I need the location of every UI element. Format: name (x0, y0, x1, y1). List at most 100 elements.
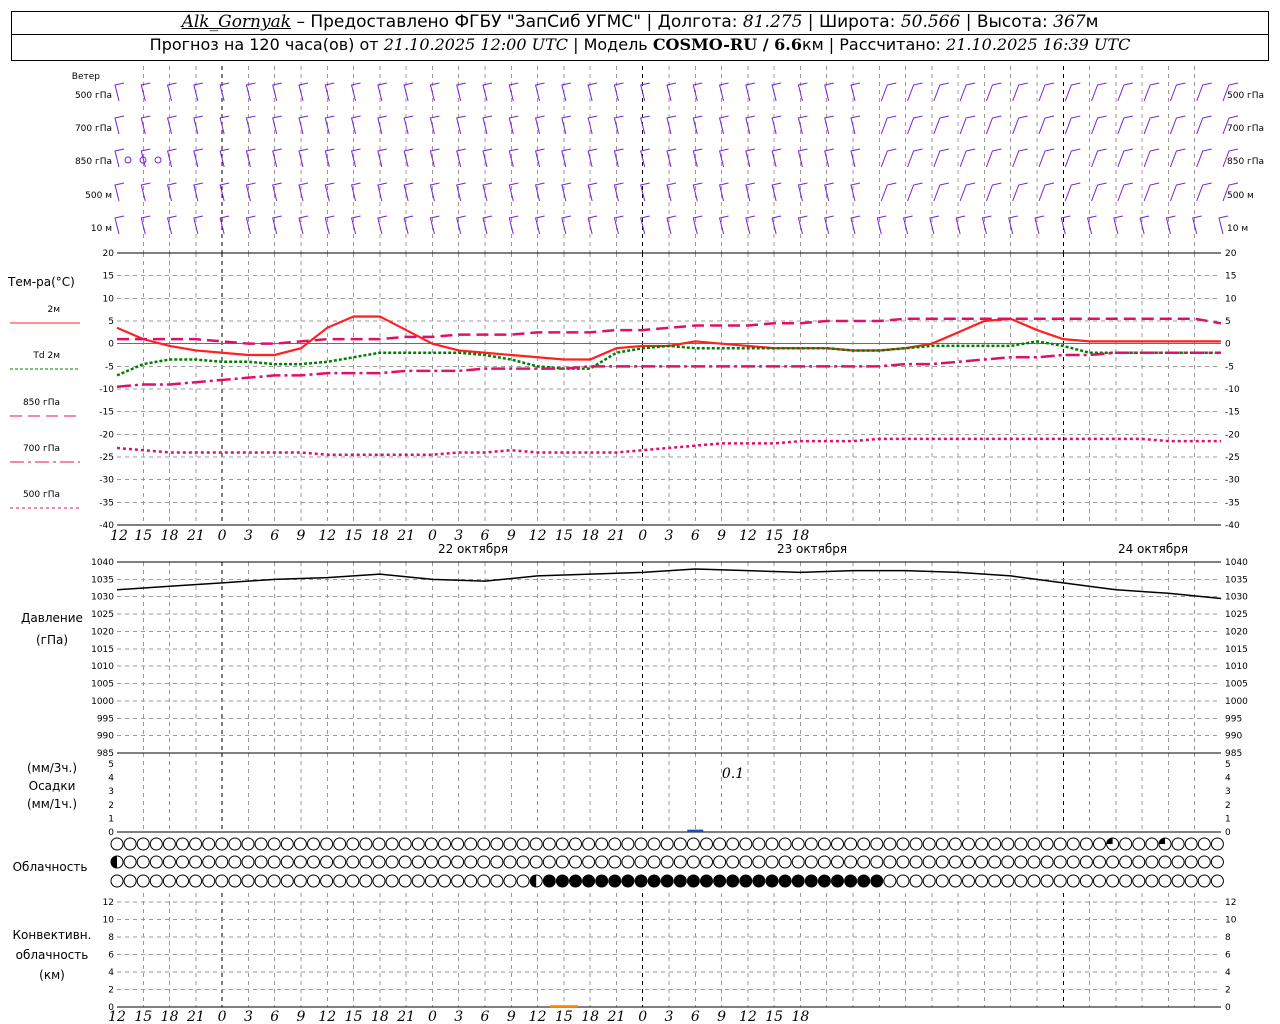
cloud-cell (673, 837, 687, 851)
wind-barb (692, 82, 703, 102)
cloud-cell (424, 837, 438, 851)
cloud-cell (529, 837, 543, 851)
wind-barb (429, 148, 440, 168)
cloud-cell (333, 855, 347, 869)
pressure-ytick-left: 1020 (91, 627, 114, 637)
hour-label-bottom: 12 (739, 1009, 757, 1024)
pressure-ytick-left: 995 (97, 714, 114, 724)
cloud-fill (792, 875, 805, 887)
wind-barb (1091, 82, 1107, 102)
cloud-cell (896, 855, 910, 869)
conv-bar (549, 1005, 578, 1008)
conv-ytick-right: 6 (1225, 950, 1231, 960)
wind-barb (166, 215, 177, 235)
precip-unit-3h: (мм/3ч.) (27, 761, 77, 775)
wind-barb (1143, 148, 1160, 168)
wind-barb (692, 148, 703, 168)
date-label: 22 октября (438, 542, 508, 556)
wind-barb (245, 215, 256, 235)
wind-barb (745, 148, 755, 168)
wind-barb (797, 215, 808, 235)
hour-label-top: 21 (396, 528, 415, 544)
hour-label-bottom: 0 (638, 1009, 647, 1024)
wind-level-right: 500 м (1227, 191, 1254, 201)
wind-barb (561, 182, 571, 202)
wind-barb (377, 215, 387, 235)
wind-barb (140, 115, 151, 135)
cloud-cell (555, 837, 569, 851)
cloud-cell (149, 874, 163, 888)
hour-label-top: 18 (371, 528, 389, 544)
precip-ytick-right: 1 (1225, 814, 1231, 824)
cloud-cell (464, 855, 478, 869)
cloud-cell (791, 855, 805, 869)
cloud-cell (293, 855, 307, 869)
cloud-cell (752, 855, 766, 869)
wind-barb (534, 182, 545, 202)
hour-label-bottom: 6 (270, 1009, 279, 1024)
hour-label-bottom: 3 (454, 1009, 463, 1024)
wind-barb (298, 82, 309, 102)
cloud-cell (804, 837, 818, 851)
wind-barb (193, 182, 203, 202)
hour-label-bottom: 12 (529, 1009, 547, 1024)
cloud-cell (346, 855, 360, 869)
cloud-cell (477, 837, 491, 851)
wind-barb (219, 182, 230, 202)
conv-ytick-left: 8 (108, 933, 114, 943)
wind-level-right: 10 м (1227, 224, 1248, 234)
cloud-cell (1158, 874, 1172, 888)
cloud-cell (464, 874, 478, 888)
wind-barb (219, 215, 230, 235)
cloud-cell (948, 837, 962, 851)
wind-barb (959, 115, 976, 135)
hour-label-bottom: 18 (371, 1009, 389, 1024)
wind-barb (272, 82, 282, 102)
hour-label-top: 3 (665, 528, 674, 544)
wind-barb (824, 82, 834, 102)
wind-barb (955, 215, 966, 235)
wind-barb (718, 115, 729, 135)
precip-title: Осадки (29, 779, 76, 793)
wind-barb (613, 82, 624, 102)
wind-barb (640, 215, 650, 235)
cloud-cell (385, 855, 399, 869)
wind-level-left: 500 гПа (75, 91, 112, 101)
cloud-cell (123, 874, 137, 888)
cloud-cell (293, 874, 307, 888)
wind-barb (718, 82, 729, 102)
hour-label-top: 0 (428, 528, 437, 544)
conv-ytick-left: 4 (108, 968, 114, 978)
cloud-cell (176, 855, 189, 869)
wind-barb (377, 182, 387, 202)
cloud-fill (674, 875, 687, 887)
temp-ytick-left: -10 (99, 385, 114, 395)
cloud-cell (398, 874, 412, 888)
wind-barb (985, 115, 1002, 135)
temp-ytick-right: -30 (1225, 476, 1240, 486)
wind-barb (745, 82, 755, 102)
hour-label-bottom: 21 (607, 1009, 626, 1024)
precip-ytick-left: 3 (108, 787, 114, 797)
cloud-fill (831, 875, 844, 887)
precip-ytick-right: 2 (1225, 801, 1231, 811)
pressure-ytick-left: 1025 (91, 610, 114, 620)
wind-barb (534, 115, 545, 135)
wind-barb (456, 182, 466, 202)
wind-barb (245, 182, 256, 202)
pressure-ytick-left: 1000 (91, 697, 114, 707)
wind-barb (771, 182, 782, 202)
cloud-cell (857, 837, 871, 851)
wind-barb (166, 182, 177, 202)
wind-barb (907, 115, 923, 135)
wind-barb (1038, 115, 1055, 135)
cloud-cell (136, 837, 150, 851)
hour-label-top: 0 (638, 528, 647, 544)
wind-barb (959, 148, 976, 168)
legend-label-2: 850 гПа (23, 398, 60, 408)
cloud-cell (582, 855, 596, 869)
wind-barb (508, 82, 519, 102)
temp-series-2 (117, 317, 1222, 345)
cloud-cell (398, 855, 412, 869)
wind-barb (114, 182, 125, 202)
